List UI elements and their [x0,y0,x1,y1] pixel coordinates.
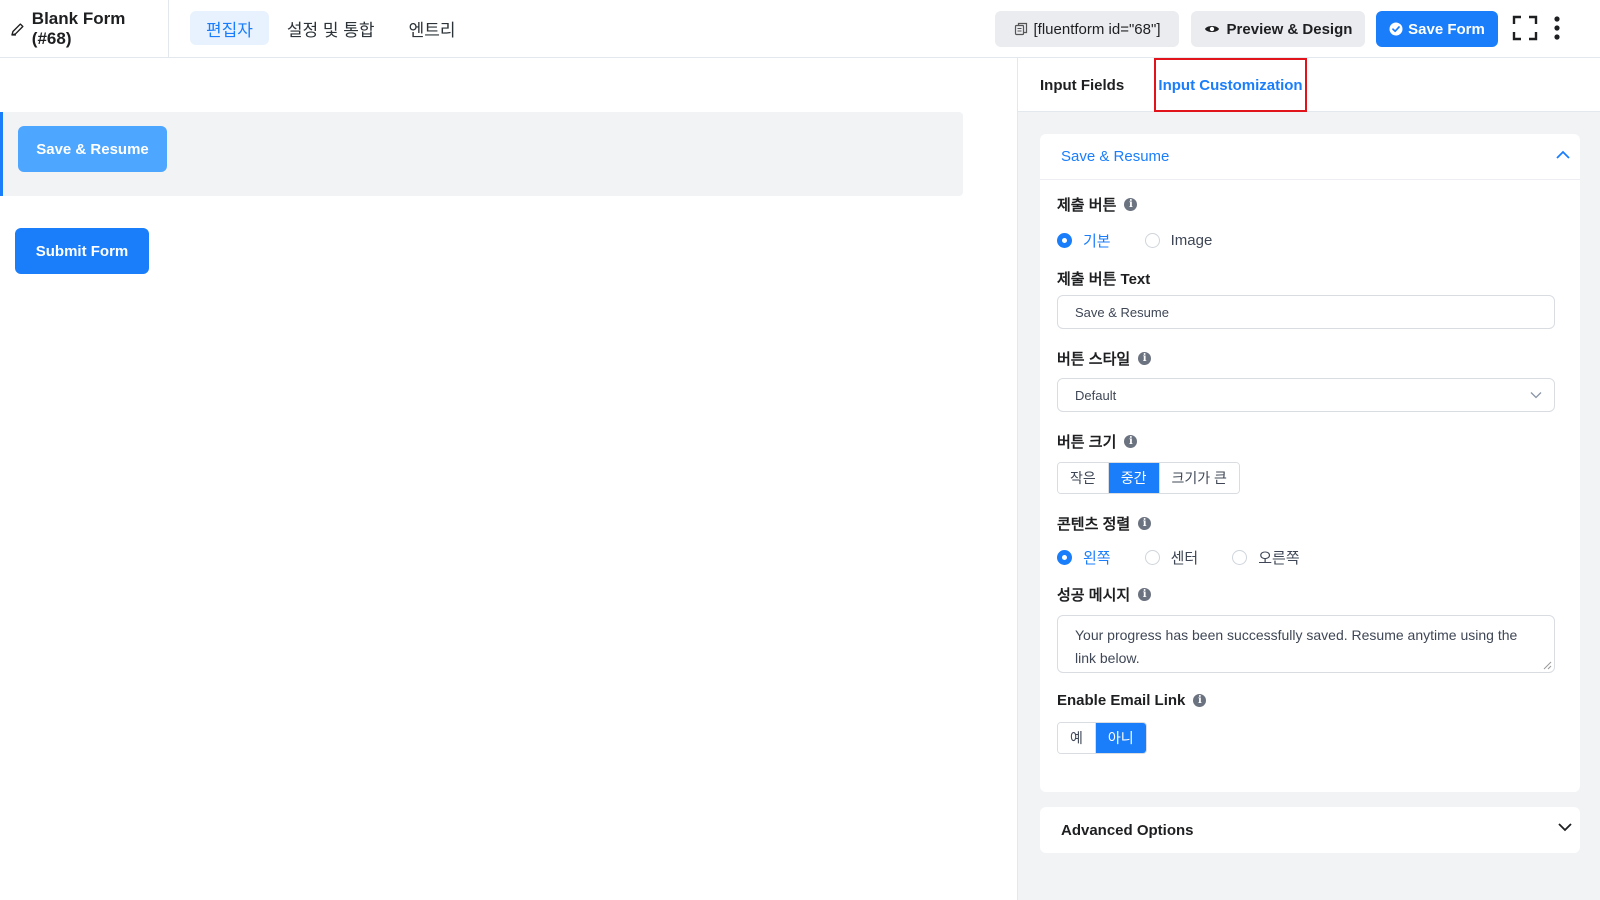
submit-button-type-text: 제출 버튼 [1057,197,1117,214]
align-right-label: 오른쪽 [1258,550,1300,567]
fullscreen-icon[interactable] [1512,15,1538,41]
save-label: Save Form [1408,20,1485,38]
save-form-button[interactable]: Save Form [1376,11,1498,47]
check-circle-icon [1389,22,1403,36]
align-center-label: 센터 [1170,550,1199,567]
copy-icon [1014,22,1027,36]
radio-dot[interactable] [1144,233,1160,248]
button-style-label: 버튼 스타일 i [1057,348,1152,369]
advanced-options-title: Advanced Options [1061,821,1194,839]
radio-image-label: Image [1170,232,1213,249]
save-resume-field-row[interactable]: Save & Resume [0,112,963,196]
tab-input-customization[interactable]: Input Customization [1154,58,1307,112]
radio-dot-checked[interactable] [1057,233,1072,248]
button-style-value: Default [1075,387,1117,403]
content-alignment-label: 콘텐츠 정렬 i [1057,513,1152,534]
radio-default-label: 기본 [1083,233,1111,250]
settings-sidebar: Input Fields Input Customization Save & … [1017,58,1600,900]
submit-form-button-preview[interactable]: Submit Form [15,228,149,274]
radio-dot[interactable] [1144,550,1160,565]
radio-default[interactable]: 기본 [1057,230,1111,251]
size-medium[interactable]: 중간 [1108,463,1160,493]
more-options-icon[interactable] [1552,16,1562,42]
success-message-text: 성공 메시지 [1057,587,1131,604]
email-link-no[interactable]: 아니 [1095,723,1146,753]
submit-button-type-label: 제출 버튼 i [1057,194,1138,215]
email-link-toggle: 예 아니 [1057,722,1147,754]
eye-icon [1204,26,1219,32]
form-title[interactable]: Blank Form (#68) [0,0,169,57]
success-message-label: 성공 메시지 i [1057,584,1152,605]
radio-image[interactable]: Image [1144,232,1213,249]
preview-label: Preview & Design [1226,20,1353,38]
radio-dot-checked[interactable] [1057,550,1072,565]
email-link-yes[interactable]: 예 [1058,723,1096,753]
chevron-up-icon[interactable] [1556,150,1570,159]
edit-pencil-icon [11,22,24,36]
info-icon[interactable]: i [1124,198,1138,211]
shortcode-text: [fluentform id="68"] [1033,20,1161,38]
info-icon[interactable]: i [1138,517,1152,530]
size-large[interactable]: 크기가 큰 [1159,463,1239,493]
main-nav: 편집자 설정 및 통합 엔트리 [190,11,474,45]
save-resume-button-preview[interactable]: Save & Resume [18,126,167,172]
radio-dot[interactable] [1232,550,1248,565]
align-left-label: 왼쪽 [1083,550,1111,567]
info-icon[interactable]: i [1124,435,1138,448]
button-text-input[interactable]: Save & Resume [1057,295,1555,329]
chevron-down-icon [1530,392,1542,399]
email-link-label: Enable Email Link i [1057,692,1207,709]
button-size-text: 버튼 크기 [1057,434,1117,451]
button-style-select[interactable]: Default [1057,378,1555,412]
button-size-selector: 작은 중간 크기가 큰 [1057,462,1240,494]
panel-title: Save & Resume [1061,148,1170,165]
resize-handle-icon[interactable] [1543,661,1552,670]
chevron-down-icon[interactable] [1558,823,1572,832]
panel-header[interactable]: Save & Resume [1040,134,1580,180]
content-alignment-text: 콘텐츠 정렬 [1057,516,1131,533]
form-editor-canvas: Save & Resume Submit Form [0,58,1018,900]
size-small[interactable]: 작은 [1058,463,1109,493]
shortcode-copy-button[interactable]: [fluentform id="68"] [995,11,1179,47]
radio-align-center[interactable]: 센터 [1144,547,1199,568]
button-size-label: 버튼 크기 i [1057,431,1138,452]
info-icon[interactable]: i [1193,694,1207,707]
email-link-text: Enable Email Link [1057,692,1186,709]
advanced-options-panel[interactable]: Advanced Options [1040,807,1580,853]
preview-design-button[interactable]: Preview & Design [1191,11,1365,47]
submit-button-type-radios: 기본 Image [1057,230,1246,251]
save-resume-settings-panel: Save & Resume 제출 버튼 i 기본 Image 제출 버튼 Tex… [1040,134,1580,792]
button-style-text: 버튼 스타일 [1057,351,1131,368]
top-bar: Blank Form (#68) 편집자 설정 및 통합 엔트리 [fluent… [0,0,1600,58]
button-text-label: 제출 버튼 Text [1057,271,1151,288]
radio-align-left[interactable]: 왼쪽 [1057,547,1111,568]
tab-entries[interactable]: 엔트리 [393,11,472,45]
tab-input-fields[interactable]: Input Fields [1040,58,1124,112]
info-icon[interactable]: i [1138,588,1152,601]
alignment-radios: 왼쪽 센터 오른쪽 [1057,547,1334,568]
form-title-text: Blank Form (#68) [31,8,126,48]
tab-editor[interactable]: 편집자 [190,11,269,45]
tab-settings-integrations[interactable]: 설정 및 통합 [271,11,391,45]
sidebar-tabs: Input Fields Input Customization [1018,58,1600,112]
radio-align-right[interactable]: 오른쪽 [1232,547,1300,568]
info-icon[interactable]: i [1138,352,1152,365]
success-message-textarea[interactable]: Your progress has been successfully save… [1057,615,1555,673]
success-message-value: Your progress has been successfully save… [1075,627,1518,666]
